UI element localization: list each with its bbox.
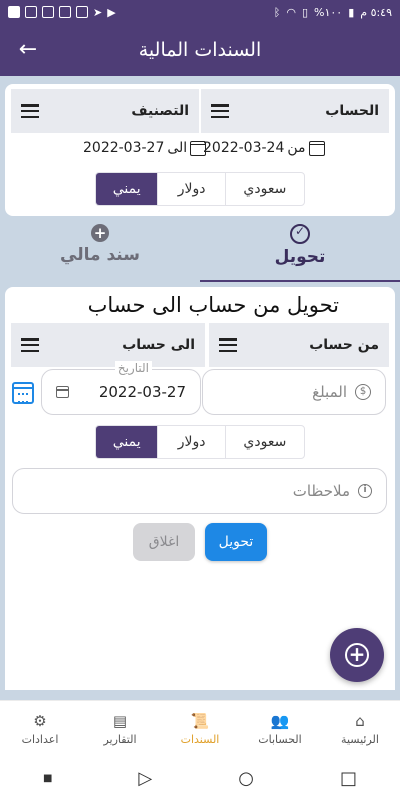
system-nav-bar: ■ ▷ ○ □: [0, 756, 400, 800]
nav-item-home[interactable]: ⌂ الرئيسية: [320, 701, 400, 757]
to-date-label: الى: [167, 140, 188, 156]
app-bar: ← السندات المالية: [0, 24, 400, 76]
active-tab-indicator: [200, 280, 400, 282]
document-icon: 📜: [190, 711, 210, 730]
recents-square-icon[interactable]: □: [340, 768, 357, 789]
tab-transfer-label: تحويل: [274, 247, 326, 267]
category-select-label: التصنيف: [131, 103, 189, 119]
bluetooth-icon: ᛒ: [273, 5, 281, 19]
transfer-currency-toggle: يمني دولار سعودي: [95, 425, 305, 459]
nav-settings-label: اعدادات: [21, 732, 59, 746]
tab-financial-voucher[interactable]: + سند مالي: [0, 218, 200, 282]
page-title: السندات المالية: [138, 39, 262, 61]
battery-icon: ▮: [348, 5, 355, 19]
sync-icon: [290, 224, 310, 244]
instagram-icon: [42, 6, 54, 18]
square-notification-icon: [25, 6, 37, 18]
nav-item-vouchers[interactable]: 📜 السندات: [160, 701, 240, 757]
menu-icon: [211, 104, 229, 118]
dot-icon[interactable]: ■: [43, 773, 52, 784]
plus-circle-icon: +: [91, 224, 109, 242]
wifi-icon: ◠: [286, 5, 296, 19]
tab-transfer[interactable]: تحويل: [200, 218, 400, 282]
telegram-icon: ➤: [93, 5, 103, 19]
sim-icon: ▯: [301, 5, 308, 19]
filter-currency-toggle: يمني دولار سعودي: [95, 172, 305, 206]
nav-accounts-label: الحسابات: [258, 732, 302, 746]
settings-icon: ⚙: [33, 711, 47, 730]
from-date-label: من: [287, 140, 306, 156]
nav-home-label: الرئيسية: [341, 732, 379, 746]
menu-icon: [21, 104, 39, 118]
clock: ٥:٤٩ م: [360, 5, 392, 19]
currency-option-dollar[interactable]: دولار: [157, 173, 224, 205]
nav-vouchers-label: السندات: [180, 732, 220, 746]
nav-item-accounts[interactable]: 👥 الحسابات: [240, 701, 320, 757]
from-date-value: 2022-03-24: [203, 140, 285, 156]
notes-placeholder: ملاحظات: [292, 482, 350, 500]
nav-reports-label: التقارير: [103, 732, 137, 746]
notes-input[interactable]: ملاحظات i: [12, 468, 387, 514]
people-icon: 👥: [270, 711, 290, 730]
arrow-back-icon[interactable]: ←: [14, 36, 42, 64]
home-circle-icon[interactable]: ○: [238, 768, 254, 789]
date-input[interactable]: التاريخ 2022-03-27: [41, 361, 201, 415]
menu-icon: [219, 338, 237, 352]
add-button[interactable]: +: [330, 628, 384, 682]
voucher-tabs: تحويل + سند مالي: [0, 218, 400, 282]
from-date-picker[interactable]: 2022-03-24 من: [203, 140, 325, 156]
system-status: ᛒ ◠ ▯ %١٠٠ ▮ ٥:٤٩ م: [274, 6, 392, 19]
amount-input[interactable]: المبلغ $: [202, 369, 386, 415]
plus-icon: +: [345, 643, 369, 667]
amount-placeholder: المبلغ: [312, 383, 347, 401]
to-date-picker[interactable]: 2022-03-27 الى: [83, 140, 207, 156]
account-select[interactable]: الحساب: [201, 89, 389, 133]
calendar-icon: [56, 386, 69, 398]
nav-item-reports[interactable]: ▤ التقارير: [80, 701, 160, 757]
notification-icons: ➤ ▶: [8, 6, 116, 19]
calendar-icon: [308, 140, 325, 156]
money-icon: $: [355, 384, 371, 400]
from-account-select[interactable]: من حساب: [209, 323, 389, 367]
play-icon: ▶: [107, 5, 116, 19]
transfer-button[interactable]: تحويل: [205, 523, 267, 561]
currency-option-yemeni[interactable]: يمني: [96, 173, 158, 205]
date-input-label: التاريخ: [114, 361, 152, 375]
image-icon: [76, 6, 88, 18]
bottom-nav: ⌂ الرئيسية 👥 الحسابات 📜 السندات ▤ التقار…: [0, 700, 400, 756]
currency-option-yemeni[interactable]: يمني: [96, 426, 158, 458]
account-select-label: الحساب: [325, 103, 379, 119]
currency-option-saudi[interactable]: سعودي: [224, 426, 304, 458]
report-icon: ▤: [112, 711, 128, 730]
play-nav-icon[interactable]: ▷: [138, 768, 152, 789]
form-title: تحويل من حساب الى حساب: [87, 293, 339, 317]
calendar-icon[interactable]: [12, 382, 34, 404]
currency-option-saudi[interactable]: سعودي: [224, 173, 304, 205]
to-account-label: الى حساب: [122, 337, 195, 353]
tab-financial-voucher-label: سند مالي: [60, 245, 140, 265]
status-bar: ➤ ▶ ᛒ ◠ ▯ %١٠٠ ▮ ٥:٤٩ م: [0, 0, 400, 24]
mail-icon: [59, 6, 71, 18]
info-icon: i: [358, 484, 372, 498]
close-button[interactable]: اغلاق: [133, 523, 195, 561]
battery-text: %١٠٠: [314, 5, 343, 19]
menu-icon: [21, 338, 39, 352]
home-icon: ⌂: [355, 711, 365, 730]
transfer-form: تحويل من حساب الى حساب من حساب الى حساب …: [5, 287, 395, 690]
nav-item-settings[interactable]: ⚙ اعدادات: [0, 701, 80, 757]
from-account-label: من حساب: [309, 337, 379, 353]
app-notification-icon: [8, 6, 20, 18]
calendar-icon: [190, 140, 207, 156]
category-select[interactable]: التصنيف: [11, 89, 199, 133]
filter-card: الحساب التصنيف 2022-03-24 من 2022-03-27 …: [5, 84, 395, 216]
currency-option-dollar[interactable]: دولار: [157, 426, 224, 458]
date-input-value: 2022-03-27: [98, 383, 186, 401]
to-date-value: 2022-03-27: [83, 140, 165, 156]
to-account-select[interactable]: الى حساب: [11, 323, 205, 367]
